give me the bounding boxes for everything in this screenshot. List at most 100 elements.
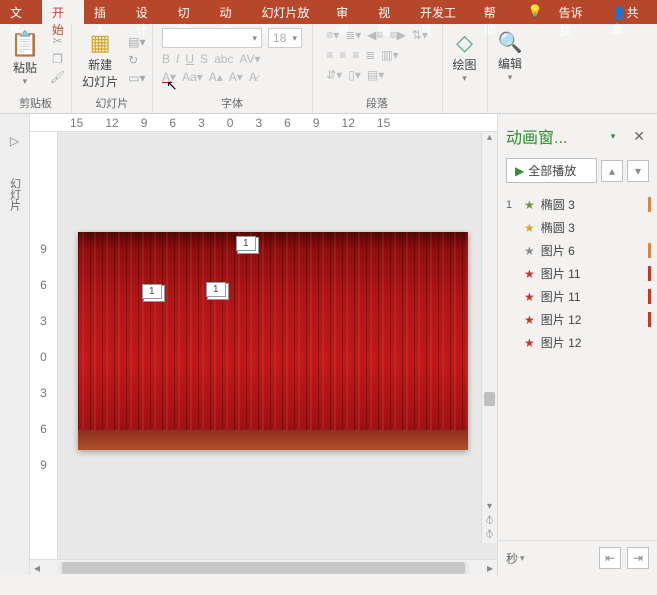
grow-font-button[interactable]: A▴ — [209, 70, 223, 84]
tab-insert[interactable]: 插入 — [84, 0, 126, 24]
tab-file[interactable]: 文件 — [0, 0, 42, 24]
star-icon: ★ — [524, 244, 535, 258]
close-icon[interactable]: ✕ — [629, 126, 649, 147]
align-text-button[interactable]: ▯▾ — [348, 68, 361, 82]
shrink-font-button[interactable]: A▾ — [229, 70, 243, 84]
indent-right-button[interactable]: ≡▶ — [390, 28, 406, 42]
paste-button[interactable]: 📋 粘贴 ▾ — [6, 28, 44, 89]
font-size-combo[interactable]: 18▾ — [268, 28, 302, 48]
new-slide-icon: ▦ — [90, 30, 111, 56]
tell-me[interactable]: 告诉我 — [549, 0, 602, 24]
copy-icon[interactable]: ❐ — [50, 52, 65, 66]
scroll-right-icon[interactable]: ▸ — [483, 561, 497, 575]
slide[interactable]: 1 1 1 — [78, 232, 468, 450]
format-painter-icon[interactable]: 🖌 — [50, 70, 65, 84]
anim-item[interactable]: ★图片 11 — [502, 262, 653, 285]
anim-tag-2[interactable]: 1 — [142, 284, 162, 299]
horizontal-scrollbar[interactable]: ◂ ▸ — [30, 559, 497, 575]
italic-button[interactable]: I — [176, 52, 179, 66]
case-button[interactable]: Aa▾ — [182, 70, 203, 84]
timing-bar — [648, 197, 651, 212]
tab-design[interactable]: 设计 — [126, 0, 168, 24]
anim-item[interactable]: 1★椭圆 3 — [502, 193, 653, 216]
vertical-ruler: 9630369 — [30, 132, 58, 559]
seconds-combo[interactable]: 秒▾ — [506, 550, 525, 567]
align-center-button[interactable]: ≡ — [339, 48, 346, 62]
group-label-paragraph: 段落 — [366, 95, 388, 111]
star-icon: ★ — [524, 221, 535, 235]
tab-view[interactable]: 视图 — [368, 0, 410, 24]
line-spacing-button[interactable]: ⇅▾ — [412, 28, 428, 42]
cut-icon[interactable]: ✂ — [50, 34, 65, 48]
tab-help[interactable]: 帮助 — [474, 0, 516, 24]
anim-item[interactable]: ★图片 12 — [502, 331, 653, 354]
scroll-thumb[interactable] — [484, 392, 495, 406]
strike-button[interactable]: S — [200, 52, 208, 66]
prev-slide-icon[interactable]: ⦽ — [482, 515, 497, 529]
bullets-button[interactable]: ≡▾ — [326, 28, 339, 42]
scroll-up-icon[interactable]: ▴ — [482, 132, 497, 146]
editing-button[interactable]: 🔍 编辑 ▾ — [494, 28, 527, 85]
section-icon[interactable]: ▭▾ — [128, 71, 145, 85]
timing-bar — [648, 289, 651, 304]
font-name-combo[interactable]: ▾ — [162, 28, 262, 48]
layout-icon[interactable]: ▤▾ — [128, 35, 145, 49]
tab-animation[interactable]: 动画 — [210, 0, 252, 24]
anim-item[interactable]: ★图片 11 — [502, 285, 653, 308]
anim-item[interactable]: ★ 图片 6 — [502, 239, 653, 262]
spacing-button[interactable]: AV▾ — [239, 52, 260, 66]
thumbnails-sidebar[interactable]: ▷ 幻灯片 — [0, 114, 30, 575]
drawing-button[interactable]: ◇ 绘图 ▾ — [449, 28, 481, 86]
new-slide-button[interactable]: ▦ 新建 幻灯片 — [78, 28, 122, 92]
clipboard-icon: 📋 — [10, 30, 40, 59]
tab-slideshow[interactable]: 幻灯片放映 — [251, 0, 326, 24]
expand-icon[interactable]: ▷ — [10, 134, 19, 148]
sidebar-label: 幻灯片 — [7, 178, 23, 211]
move-down-button[interactable]: ▾ — [627, 160, 649, 182]
tab-review[interactable]: 审阅 — [326, 0, 368, 24]
smartart-button[interactable]: ▤▾ — [367, 68, 384, 82]
pane-menu-icon[interactable]: ▾ — [611, 131, 616, 142]
play-all-button[interactable]: ▶ 全部播放 — [506, 158, 597, 183]
font-color-button[interactable]: A▾ — [162, 70, 176, 84]
shadow-button[interactable]: abc — [214, 52, 233, 66]
anim-item[interactable]: ★ 椭圆 3 — [502, 216, 653, 239]
text-direction-button[interactable]: ⇵▾ — [326, 68, 342, 82]
tab-devtools[interactable]: 开发工具 — [410, 0, 474, 24]
anim-label: 椭圆 3 — [541, 219, 575, 236]
numbering-button[interactable]: ≣▾ — [345, 28, 361, 42]
next-slide-icon[interactable]: ⦽ — [482, 529, 497, 543]
group-editing: 🔍 编辑 ▾ — [488, 24, 533, 113]
slide-canvas[interactable]: 1 1 1 ▴ ▾ ⦽ ⦽ — [58, 132, 497, 559]
share-button[interactable]: 👤共享 — [601, 0, 657, 24]
timing-bar — [648, 312, 651, 327]
tab-home[interactable]: 开始 — [42, 0, 84, 24]
anim-label: 图片 6 — [541, 242, 575, 259]
star-icon: ★ — [524, 313, 535, 327]
vertical-scrollbar[interactable]: ▴ ▾ ⦽ ⦽ — [481, 132, 497, 543]
scroll-left-icon[interactable]: ◂ — [30, 561, 44, 575]
justify-button[interactable]: ≣ — [365, 48, 375, 62]
anim-tag-1[interactable]: 1 — [236, 236, 256, 251]
columns-button[interactable]: ▥▾ — [381, 48, 398, 62]
group-label-clipboard: 剪贴板 — [19, 95, 52, 111]
anim-label: 图片 12 — [541, 334, 582, 351]
indent-left-button[interactable]: ◀≡ — [367, 28, 383, 42]
scroll-down-icon[interactable]: ▾ — [482, 501, 497, 515]
find-icon: 🔍 — [498, 30, 523, 55]
timeline-left-icon[interactable]: ⇤ — [599, 547, 621, 569]
move-up-button[interactable]: ▴ — [601, 160, 623, 182]
anim-label: 椭圆 3 — [541, 196, 575, 213]
hscroll-thumb[interactable] — [62, 562, 465, 574]
bold-button[interactable]: B — [162, 52, 170, 66]
timeline-right-icon[interactable]: ⇥ — [627, 547, 649, 569]
align-right-button[interactable]: ≡ — [352, 48, 359, 62]
anim-tag-3[interactable]: 1 — [206, 282, 226, 297]
underline-button[interactable]: U — [185, 52, 194, 66]
clear-format-button[interactable]: A̷ — [249, 70, 257, 84]
animation-pane: 动画窗... ▾ ✕ ▶ 全部播放 ▴ ▾ 1★椭圆 3★椭圆 3★图片 6★图… — [497, 114, 657, 575]
reset-icon[interactable]: ↻ — [128, 53, 145, 67]
tab-transition[interactable]: 切换 — [168, 0, 210, 24]
align-left-button[interactable]: ≡ — [326, 48, 333, 62]
anim-item[interactable]: ★图片 12 — [502, 308, 653, 331]
